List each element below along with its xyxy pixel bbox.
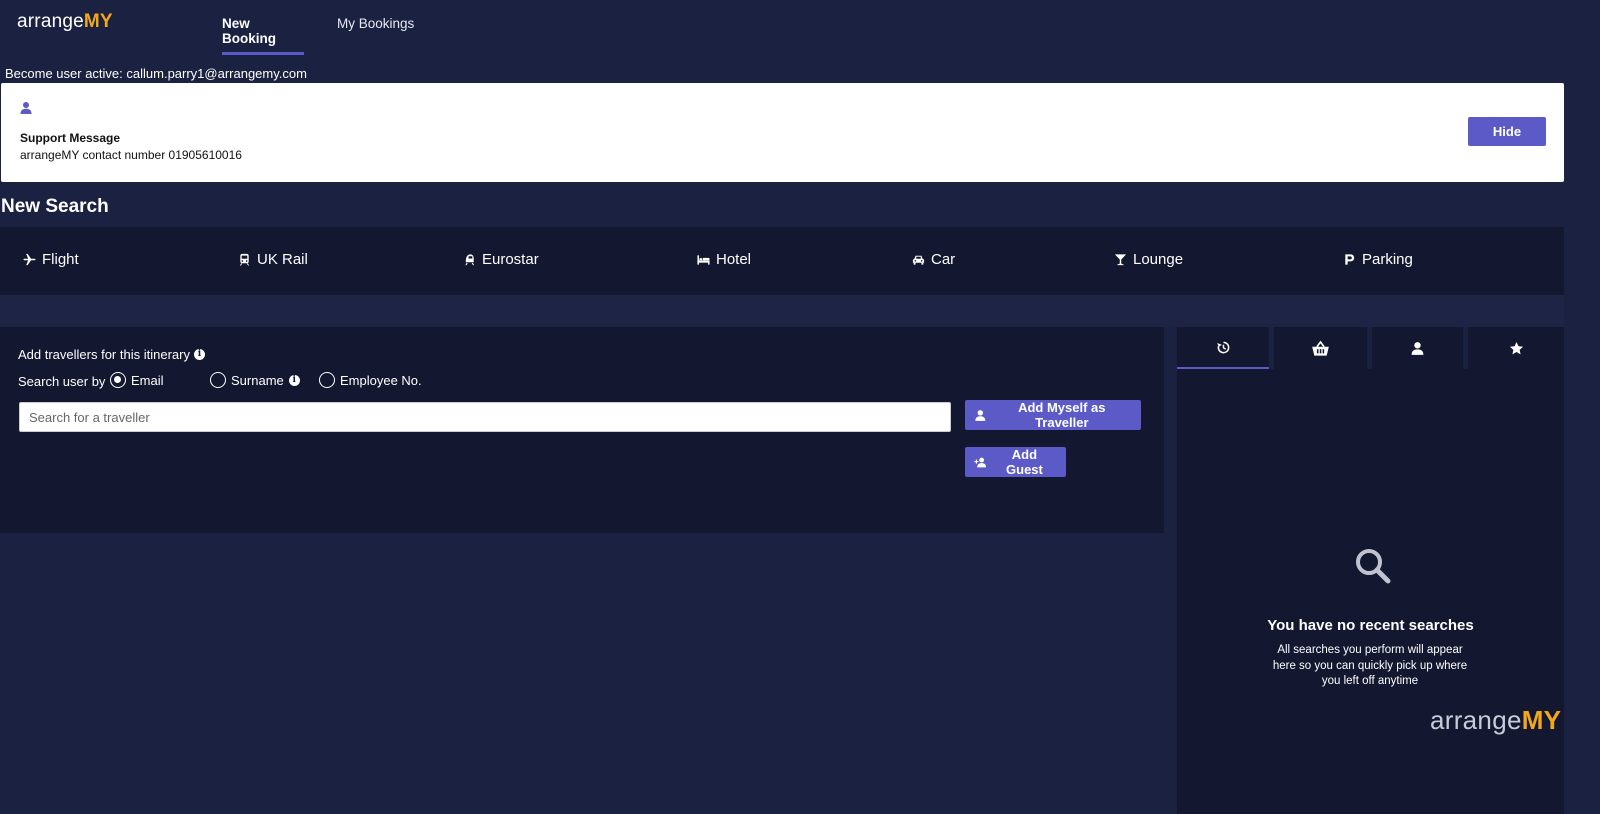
empty-state-body: All searches you perform will appear her… [1272,644,1468,687]
support-title: Support Message [20,131,121,145]
add-guest-button[interactable]: Add Guest [965,447,1066,477]
travellers-label: Add travellers for this itinerary i [18,347,205,362]
radio-employee-no[interactable]: Employee No. [319,372,422,388]
side-tab-user[interactable] [1372,327,1463,369]
search-by-label: Search user by [18,374,106,389]
page: arrangeMY New Booking My Bookings Become… [0,0,1600,814]
parking-icon [1345,254,1355,265]
product-label: Hotel [716,251,752,268]
radio-label: Employee No. [340,372,422,388]
product-tab-lounge[interactable]: Lounge [1114,251,1183,268]
active-user-text: Become user active: callum.parry1@arrang… [5,66,307,81]
add-myself-label: Add Myself as Traveller [1018,400,1106,430]
nav-tab-new-booking[interactable]: New Booking [222,16,304,55]
basket-icon [1312,340,1329,356]
side-tab-favourites[interactable] [1468,327,1564,369]
radio-email[interactable]: Email [110,372,164,388]
radio-circle[interactable] [319,372,335,388]
user-plus-icon [974,457,987,467]
radio-label: Surname [231,372,284,388]
user-icon [975,409,986,421]
hide-button[interactable]: Hide [1468,117,1546,146]
support-body: arrangeMY contact number 01905610016 [20,148,242,162]
search-icon [1356,549,1391,584]
logo-watermark: arrangeMY [1430,705,1561,736]
product-label: Flight [42,251,79,268]
side-tab-history[interactable] [1177,327,1269,369]
radio-circle[interactable] [110,372,126,388]
car-icon [912,255,925,265]
add-myself-button[interactable]: Add Myself as Traveller [965,400,1141,430]
support-message-card: Support Message arrangeMY contact number… [1,83,1564,182]
recent-searches-sidebar: You have no recent searches All searches… [1177,327,1564,814]
nav-tab-my-bookings[interactable]: My Bookings [337,16,414,55]
star-icon [1509,341,1523,354]
watermark-text: arrange [1430,705,1522,735]
product-label: Eurostar [482,251,539,268]
radio-label: Email [131,372,164,388]
product-label: UK Rail [257,251,308,268]
search-form-area [0,295,1564,327]
product-label: Parking [1362,251,1413,268]
new-search-title: New Search [1,196,109,217]
watermark-accent: MY [1521,705,1562,735]
product-tab-eurostar[interactable]: Eurostar [463,251,539,268]
product-tab-parking[interactable]: Parking [1343,251,1413,268]
logo[interactable]: arrangeMY [17,11,113,33]
plane-icon [23,253,36,266]
product-tab-car[interactable]: Car [912,251,955,268]
product-label: Lounge [1133,251,1184,268]
radio-circle[interactable] [210,372,226,388]
product-tabs: Flight UK Rail Eurostar Hotel Car Lounge… [0,227,1564,295]
bed-icon [697,255,710,265]
info-icon[interactable]: i [193,349,205,360]
product-tab-hotel[interactable]: Hotel [697,251,751,268]
history-icon [1216,341,1229,353]
product-label: Car [931,251,956,268]
info-icon[interactable]: i [288,374,300,386]
radio-surname[interactable]: Surname i [210,372,300,388]
product-tab-flight[interactable]: Flight [23,251,79,268]
cocktail-icon [1114,254,1127,266]
traveller-search-input[interactable] [19,402,951,432]
user-icon [1411,341,1424,355]
add-guest-label: Add Guest [1006,447,1043,477]
product-tab-uk-rail[interactable]: UK Rail [238,251,308,268]
travellers-label-text: Add travellers for this itinerary [18,347,190,362]
logo-text: arrange [17,11,84,32]
side-tab-basket[interactable] [1274,327,1367,369]
empty-state-title: You have no recent searches [1267,617,1474,634]
top-bar: arrangeMY New Booking My Bookings [0,0,1600,56]
logo-accent: MY [83,11,113,32]
user-icon [20,102,32,114]
train-icon [239,253,250,266]
travellers-panel: Add travellers for this itinerary i Sear… [0,327,1164,533]
eurostar-icon [465,254,475,266]
